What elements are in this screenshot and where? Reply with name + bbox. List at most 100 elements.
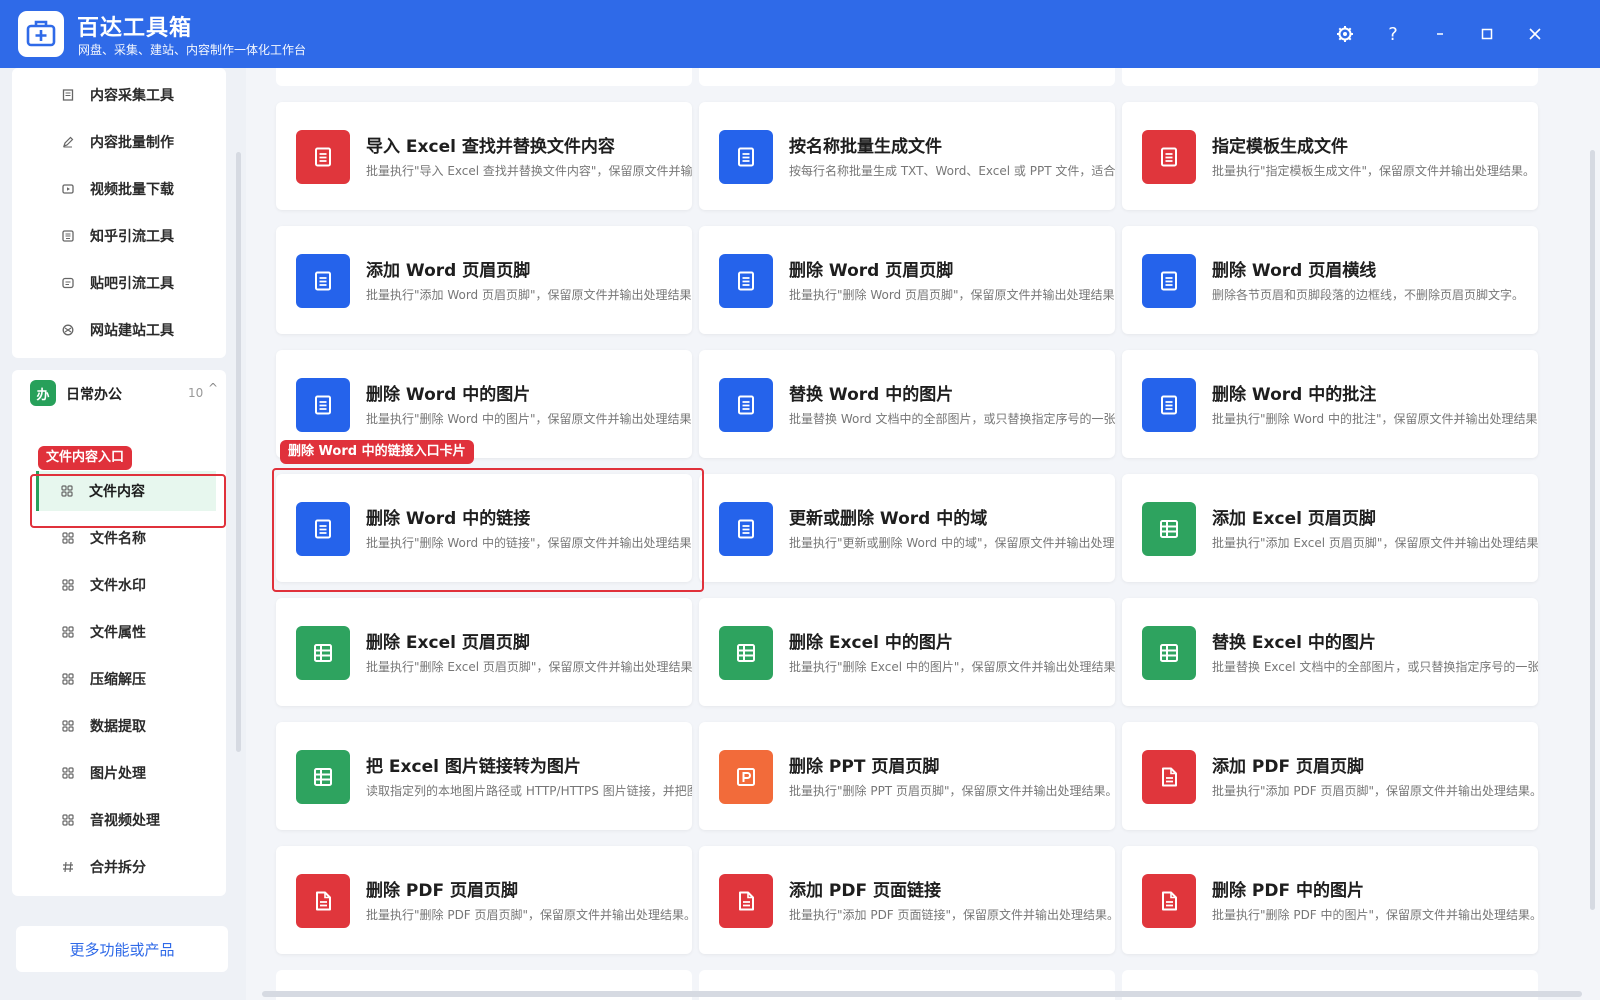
tool-card[interactable]: 删除 Word 中的批注 批量执行"删除 Word 中的批注"，保留原文件并输出处… bbox=[1122, 350, 1538, 458]
document-icon bbox=[719, 130, 773, 184]
sidebar: 办 日常办公 10 ^ 更多功能或产品 内容采集工具 内容批量制作 视频批量下载 知乎… bbox=[0, 68, 246, 1000]
tool-card-title: 删除 Word 中的链接 bbox=[366, 509, 531, 529]
sidebar-item[interactable]: 合并拆分 bbox=[8, 847, 213, 887]
sidebar-item-label: 内容批量制作 bbox=[90, 135, 174, 151]
tool-card-title: 替换 Excel 中的图片 bbox=[1212, 633, 1376, 653]
tool-card-title: 指定模板生成文件 bbox=[1212, 137, 1348, 157]
group-title[interactable]: 日常办公 bbox=[66, 384, 122, 404]
tool-card-title: 添加 PDF 页眉页脚 bbox=[1212, 757, 1365, 777]
tool-card[interactable]: 导入 Excel 查找并替换文件内容 批量执行"导入 Excel 查找并替换文件内… bbox=[276, 102, 692, 210]
content-scrollbar[interactable] bbox=[1590, 150, 1595, 910]
document-icon bbox=[719, 502, 773, 556]
tool-card-description: 批量执行"删除 Word 中的图片"，保留原文件并输出处理结果。 bbox=[366, 412, 692, 426]
content-horizontal-scrollbar[interactable] bbox=[262, 991, 1582, 997]
app-title: 百达工具箱 bbox=[77, 16, 193, 41]
tool-card[interactable]: 删除 Word 页眉横线 删除各节页眉和页脚段落的边框线，不删除页眉页脚文字。 bbox=[1122, 226, 1538, 334]
card-partial[interactable] bbox=[699, 68, 1115, 86]
tool-card[interactable]: 更新或删除 Word 中的域批量执行"更新或删除 Word 中的域"，保留原文件… bbox=[699, 474, 1115, 582]
tool-card[interactable]: 删除 Word 中的链接批量执行"删除 Word 中的链接"，保留原文件并输出处… bbox=[276, 474, 692, 582]
tool-card-title: 删除 PDF 页眉页脚 bbox=[366, 881, 519, 901]
more-features-button[interactable]: 更多功能或产品 bbox=[16, 926, 228, 972]
tool-card-description: 批量执行"删除 PDF 中的图片"，保留原文件并输出处理结果。 bbox=[1212, 908, 1538, 922]
tool-card[interactable]: 删除 PPT 页眉页脚 批量执行"删除 PPT 页眉页脚"，保留原文件并输出处理结… bbox=[699, 722, 1115, 830]
tool-card[interactable]: 删除 Excel 页眉页脚批量执行"删除 Excel 页眉页脚"，保留原文件并输… bbox=[276, 598, 692, 706]
tool-card[interactable]: 替换 Word 中的图片批量替换 Word 文档中的全部图片，或只替换指定序号的… bbox=[699, 350, 1115, 458]
tool-card-description: 批量执行"删除 Word 页眉页脚"，保留原文件并输出处理结果。 bbox=[789, 288, 1115, 302]
sidebar-item[interactable]: 压缩解压 bbox=[8, 659, 213, 699]
tool-card-title: 删除 Word 页眉页脚 bbox=[789, 261, 954, 281]
tool-card-title: 删除 Word 中的图片 bbox=[366, 385, 531, 405]
tool-card-title: 更新或删除 Word 中的域 bbox=[789, 509, 988, 529]
card-partial[interactable] bbox=[1122, 68, 1538, 86]
tool-card[interactable]: 添加 PDF 页眉页脚 批量执行"添加 PDF 页眉页脚"，保留原文件并输出处理结… bbox=[1122, 722, 1538, 830]
pdf-icon bbox=[296, 874, 350, 928]
grid-icon bbox=[59, 483, 75, 499]
tool-card-title: 删除 Excel 页眉页脚 bbox=[366, 633, 530, 653]
tool-card-description: 批量执行"添加 PDF 页面链接"，保留原文件并输出处理结果。 bbox=[789, 908, 1115, 922]
sidebar-item[interactable]: 网站建站工具 bbox=[8, 310, 213, 350]
tool-card-title: 删除 Word 页眉横线 bbox=[1212, 261, 1377, 281]
sidebar-item[interactable]: 贴吧引流工具 bbox=[8, 263, 213, 303]
tool-card-title: 替换 Word 中的图片 bbox=[789, 385, 954, 405]
pdf-icon bbox=[719, 874, 773, 928]
chevron-up-icon[interactable]: ^ bbox=[208, 381, 218, 395]
tool-card-description: 批量执行"更新或删除 Word 中的域"，保留原文件并输出处理结果。 bbox=[789, 536, 1115, 550]
sidebar-item[interactable]: 图片处理 bbox=[8, 753, 213, 793]
sidebar-item[interactable]: 文件水印 bbox=[8, 565, 213, 605]
tool-card-description: 批量替换 Word 文档中的全部图片，或只替换指定序号的一张图片。 bbox=[789, 412, 1115, 426]
sidebar-item-label: 视频批量下载 bbox=[90, 182, 174, 198]
tool-card-description: 批量执行"添加 Excel 页眉页脚"，保留原文件并输出处理结果。 bbox=[1212, 536, 1538, 550]
sidebar-item-label: 文件名称 bbox=[90, 531, 146, 547]
sidebar-item[interactable]: 知乎引流工具 bbox=[8, 216, 213, 256]
sidebar-item-label: 压缩解压 bbox=[90, 672, 146, 688]
tool-card[interactable]: 添加 Word 页眉页脚 批量执行"添加 Word 页眉页脚"，保留原文件并输出处… bbox=[276, 226, 692, 334]
table-icon bbox=[296, 750, 350, 804]
tool-card[interactable]: 删除 Word 页眉页脚批量执行"删除 Word 页眉页脚"，保留原文件并输出处… bbox=[699, 226, 1115, 334]
tool-card-description: 批量执行"指定模板生成文件"，保留原文件并输出处理结果。 bbox=[1212, 164, 1536, 178]
tool-card[interactable]: 删除 PDF 中的图片 批量执行"删除 PDF 中的图片"，保留原文件并输出处理结… bbox=[1122, 846, 1538, 954]
pdf-icon bbox=[1142, 750, 1196, 804]
tool-card-description: 批量执行"删除 Word 中的链接"，保留原文件并输出处理结果。 bbox=[366, 536, 692, 550]
sidebar-item[interactable]: 文件名称 bbox=[8, 518, 213, 558]
app-logo bbox=[18, 11, 64, 57]
tool-card-description: 批量执行"删除 PPT 页眉页脚"，保留原文件并输出处理结果。 bbox=[789, 784, 1115, 798]
tool-card-description: 批量替换 Excel 文档中的全部图片，或只替换指定序号的一张图片。 bbox=[1212, 660, 1538, 674]
sidebar-annotation-tag: 文件内容入口 bbox=[38, 446, 133, 470]
sidebar-item[interactable]: 数据提取 bbox=[8, 706, 213, 746]
tool-card[interactable]: 替换 Excel 中的图片批量替换 Excel 文档中的全部图片，或只替换指定序… bbox=[1122, 598, 1538, 706]
tieba-icon bbox=[60, 275, 76, 291]
tool-card-title: 删除 Excel 中的图片 bbox=[789, 633, 953, 653]
toolbox-icon bbox=[26, 20, 56, 47]
document-icon bbox=[1142, 378, 1196, 432]
tool-card-grid: 导入 Excel 查找并替换文件内容 批量执行"导入 Excel 查找并替换文件内… bbox=[276, 0, 1560, 1000]
table-icon bbox=[719, 626, 773, 680]
document-icon bbox=[719, 378, 773, 432]
ppt-icon bbox=[719, 750, 773, 804]
tool-card-description: 批量执行"删除 Excel 页眉页脚"，保留原文件并输出处理结果。 bbox=[366, 660, 692, 674]
sidebar-item-label: 内容采集工具 bbox=[90, 88, 174, 104]
document-icon bbox=[296, 502, 350, 556]
grid-icon bbox=[60, 671, 76, 687]
grid-icon bbox=[60, 765, 76, 781]
tool-card[interactable]: 添加 PDF 页面链接 批量执行"添加 PDF 页面链接"，保留原文件并输出处理结… bbox=[699, 846, 1115, 954]
tool-card[interactable]: 删除 PDF 页眉页脚 批量执行"删除 PDF 页眉页脚"，保留原文件并输出处理结… bbox=[276, 846, 692, 954]
pdf-icon bbox=[1142, 874, 1196, 928]
sidebar-item[interactable]: 音视频处理 bbox=[8, 800, 213, 840]
tool-card[interactable]: 按名称批量生成文件 按每行名称批量生成 TXT、Word、Excel 或 PPT … bbox=[699, 102, 1115, 210]
sidebar-item[interactable]: 视频批量下载 bbox=[8, 169, 213, 209]
tool-card-description: 批量执行"导入 Excel 查找并替换文件内容"，保留原文件并输出处理结果。 bbox=[366, 164, 692, 178]
app-subtitle: 网盘、采集、建站、内容制作一体化工作台 bbox=[78, 43, 307, 57]
tool-card[interactable]: 指定模板生成文件批量执行"指定模板生成文件"，保留原文件并输出处理结果。 bbox=[1122, 102, 1538, 210]
sidebar-item[interactable]: 内容批量制作 bbox=[8, 122, 213, 162]
card-partial[interactable] bbox=[276, 68, 692, 86]
grid-icon bbox=[60, 530, 76, 546]
tool-card[interactable]: 添加 Excel 页眉页脚 批量执行"添加 Excel 页眉页脚"，保留原文件并输… bbox=[1122, 474, 1538, 582]
tool-card-title: 把 Excel 图片链接转为图片 bbox=[366, 757, 581, 777]
sidebar-item-label: 贴吧引流工具 bbox=[90, 276, 174, 292]
sidebar-item[interactable]: 文件内容 bbox=[36, 471, 216, 511]
tool-card[interactable]: 把 Excel 图片链接转为图片 读取指定列的本地图片路径或 HTTP/HTTPS… bbox=[276, 722, 692, 830]
sidebar-item[interactable]: 内容采集工具 bbox=[8, 75, 213, 115]
sidebar-scrollbar[interactable] bbox=[236, 152, 241, 752]
tool-card[interactable]: 删除 Excel 中的图片 批量执行"删除 Excel 中的图片"，保留原文件并输… bbox=[699, 598, 1115, 706]
sidebar-item[interactable]: 文件属性 bbox=[8, 612, 213, 652]
